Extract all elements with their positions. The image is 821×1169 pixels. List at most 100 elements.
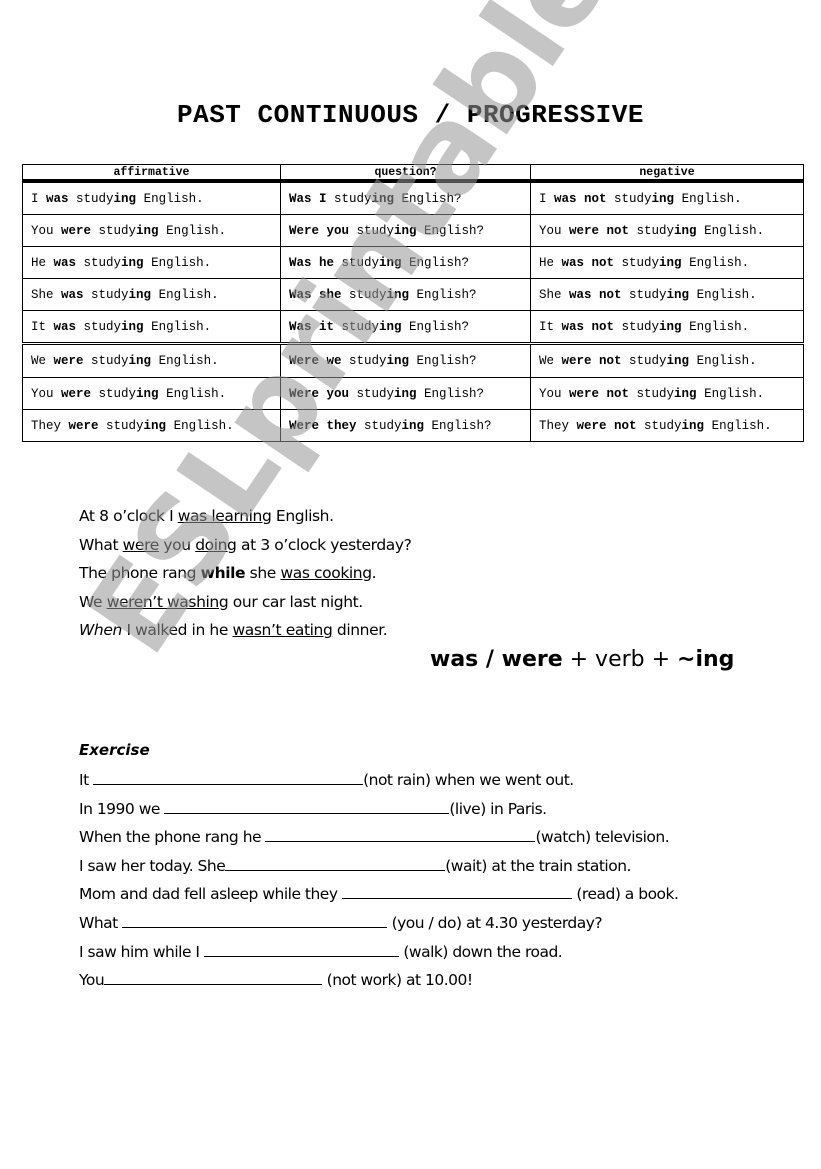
cell-affirmative: You were studying English. — [22, 377, 281, 410]
bold-text: were — [61, 386, 92, 401]
text: You — [539, 386, 570, 401]
table-row: They were studying English. Were they stu… — [22, 409, 804, 442]
cell-question: Were they studying English? — [280, 409, 531, 442]
cell-question: Was I studying English? — [280, 180, 531, 215]
table-row: You were studying English. Were you study… — [22, 377, 804, 410]
text: study — [621, 287, 667, 302]
formula: was / were + verb + ~ing — [430, 647, 734, 672]
cell-affirmative: We were studying English. — [22, 342, 281, 378]
answer-blank[interactable] — [265, 827, 536, 843]
text: study — [629, 223, 675, 238]
bold-text: ing — [386, 287, 410, 302]
bold-text: were not — [569, 386, 630, 401]
text: English. — [136, 191, 204, 206]
formula-suffix: ~ing — [677, 647, 735, 672]
text: English? — [416, 386, 485, 401]
text: English? — [401, 319, 470, 334]
text: I walked in he — [121, 621, 233, 640]
underlined-verb: wasn’t eating — [232, 621, 333, 640]
text: English? — [409, 287, 477, 302]
cell-affirmative: He was studying English. — [22, 246, 281, 279]
text: They — [539, 418, 577, 433]
underlined-verb: was learning — [177, 507, 272, 525]
bold-text: was not — [561, 255, 615, 270]
table-row: We were studying English. Were we studyin… — [22, 342, 804, 378]
text: English. — [151, 287, 219, 302]
text: English. — [151, 354, 219, 368]
text: English? — [401, 255, 470, 270]
text: You — [31, 223, 62, 238]
formula-auxiliary: was / were — [430, 647, 563, 672]
exercise-hint: (you / do) at 4.30 yesterday? — [387, 913, 603, 932]
bold-text: ing — [674, 386, 697, 401]
cell-question: Were you studying English? — [280, 377, 531, 410]
exercise-hint: (read) a book. — [571, 885, 679, 904]
answer-blank[interactable] — [93, 770, 364, 785]
text: our car last night. — [228, 592, 363, 611]
text: study — [349, 223, 395, 238]
text: study — [636, 418, 682, 433]
answer-blank[interactable] — [164, 799, 450, 814]
text: . — [371, 564, 377, 583]
exercise-hint: (walk) down the road. — [398, 942, 563, 961]
text: What — [79, 535, 123, 554]
bold-text: was — [46, 191, 69, 206]
text: study — [91, 223, 137, 238]
cell-negative: He was not studying English. — [530, 246, 804, 279]
formula-verb: + verb + — [562, 647, 678, 672]
exercise-prompt: In 1990 we — [79, 799, 165, 818]
exercise-item: You (not work) at 10.00! — [79, 966, 678, 995]
table-header-row: affirmative question? negative — [22, 164, 804, 183]
answer-blank[interactable] — [341, 884, 572, 900]
bold-text: ing — [386, 354, 410, 368]
text: study — [68, 191, 114, 206]
bold-text: were — [68, 418, 99, 433]
bold-text: ing — [651, 191, 675, 206]
text: It — [539, 319, 562, 334]
cell-affirmative: I was studying English. — [22, 180, 281, 215]
text: study — [341, 354, 387, 368]
answer-blank[interactable] — [225, 856, 446, 871]
bold-text: ing — [113, 191, 137, 206]
bold-text: ing — [666, 287, 690, 302]
bold-text: ing — [401, 418, 425, 433]
answer-blank[interactable] — [203, 942, 399, 957]
text: At 8 o’clock I — [79, 507, 178, 525]
cell-question: Were we studying English? — [280, 342, 531, 378]
text: We — [31, 354, 54, 368]
bold-text: were — [61, 223, 92, 238]
bold-text: were not — [561, 354, 622, 368]
text: dinner. — [332, 621, 388, 640]
exercise-hint: (not work) at 10.00! — [322, 971, 473, 990]
example-sentences: At 8 o’clock I was learning English. What… — [79, 502, 412, 645]
text: She — [31, 287, 62, 302]
exercise-prompt: I saw him while I — [79, 942, 204, 961]
exercise-prompt: I saw her today. She — [79, 856, 226, 875]
text: He — [539, 255, 562, 270]
text: at 3 o’clock yesterday? — [236, 535, 412, 554]
text: study — [334, 319, 380, 334]
answer-blank[interactable] — [104, 970, 323, 986]
text: study — [629, 386, 675, 401]
bold-text: ing — [394, 386, 417, 401]
answer-blank[interactable] — [122, 913, 388, 928]
exercise-hint: (wait) at the train station. — [445, 856, 631, 875]
text: English. — [681, 255, 750, 270]
cell-negative: We were not studying English. — [530, 342, 804, 378]
text: English? — [416, 223, 485, 238]
bold-text: ing — [666, 354, 690, 368]
bold-text: was — [53, 255, 77, 270]
text: study — [334, 255, 380, 270]
cell-question: Was he studying English? — [280, 246, 531, 279]
bold-text: was — [53, 319, 77, 334]
text: English? — [409, 354, 477, 368]
table-row: I was studying English. Was I studying En… — [22, 180, 804, 215]
cell-negative: You were not studying English. — [530, 214, 804, 247]
text: she — [245, 564, 281, 583]
underlined-verb: was cooking — [280, 564, 372, 583]
header-question: question? — [280, 164, 531, 183]
table-row: It was studying English. Was it studying … — [22, 310, 804, 344]
text: study — [91, 386, 137, 401]
exercise-hint: (live) in Paris. — [449, 799, 547, 818]
text: study — [356, 418, 402, 433]
